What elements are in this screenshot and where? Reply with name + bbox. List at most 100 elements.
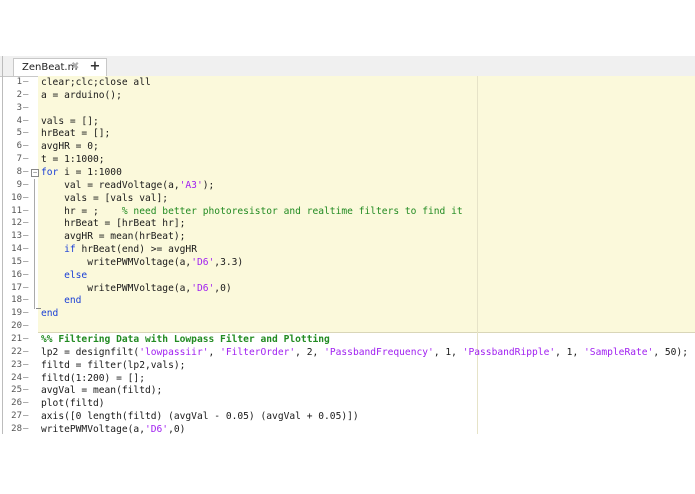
code-line[interactable]: 2– a = arduino(); xyxy=(0,89,695,102)
breakpoint-marker[interactable]: – xyxy=(23,397,31,410)
code-line[interactable]: 18– end xyxy=(0,294,695,307)
breakpoint-marker[interactable]: – xyxy=(23,269,31,282)
breakpoint-marker[interactable]: – xyxy=(23,153,31,166)
breakpoint-marker[interactable]: – xyxy=(23,179,31,192)
breakpoint-marker[interactable]: – xyxy=(23,230,31,243)
breakpoint-marker[interactable]: – xyxy=(23,243,31,256)
add-tab-button[interactable]: + xyxy=(85,59,105,75)
breakpoint-marker[interactable]: – xyxy=(23,76,31,89)
code-text: writePWMVoltage(a,'D6',0) xyxy=(41,282,232,294)
breakpoint-marker[interactable]: – xyxy=(23,102,31,115)
line-number: 6 xyxy=(16,141,22,152)
line-number: 17 xyxy=(11,282,22,293)
line-number: 12 xyxy=(11,218,22,229)
code-line[interactable]: 7– t = 1:1000; xyxy=(0,153,695,166)
line-number: 20 xyxy=(11,321,22,332)
tab-bar-edge xyxy=(2,56,3,76)
line-number: 21 xyxy=(11,334,22,344)
line-number: 27 xyxy=(11,411,22,422)
code-line[interactable]: 26– plot(filtd) xyxy=(0,397,695,410)
code-line[interactable]: 15– writePWMVoltage(a,'D6',3.3) xyxy=(0,256,695,269)
breakpoint-marker[interactable]: – xyxy=(23,320,31,333)
line-number: 8 xyxy=(16,166,22,177)
line-number: 22 xyxy=(11,346,22,357)
tab-label: ZenBeat.m xyxy=(22,62,78,73)
code-line[interactable]: 27– axis([0 length(filtd) (avgVal - 0.05)… xyxy=(0,410,695,423)
breakpoint-marker[interactable]: – xyxy=(23,294,31,307)
code-line[interactable]: 3– xyxy=(0,102,695,115)
code-text: avgVal = mean(filtd); xyxy=(41,385,163,397)
code-text: filtd(1:200) = []; xyxy=(41,372,145,384)
code-line[interactable]: 17– writePWMVoltage(a,'D6',0) xyxy=(0,282,695,295)
breakpoint-marker[interactable]: – xyxy=(23,127,31,140)
code-line[interactable]: 10– vals = [vals val]; xyxy=(0,192,695,205)
code-text: filtd = filter(lp2,vals); xyxy=(41,359,186,371)
breakpoint-marker[interactable]: – xyxy=(23,89,31,102)
breakpoint-marker[interactable]: – xyxy=(23,282,31,295)
code-text: hrBeat = []; xyxy=(41,128,111,140)
code-text: vals = [vals val]; xyxy=(41,192,169,204)
code-line[interactable]: 9– val = readVoltage(a,'A3'); xyxy=(0,179,695,192)
line-number: 23 xyxy=(11,359,22,370)
breakpoint-marker[interactable]: – xyxy=(23,423,31,436)
code-line[interactable]: 22– lp2 = designfilt('lowpassiir', 'Filte… xyxy=(0,346,695,359)
line-number: 13 xyxy=(11,231,22,242)
breakpoint-marker[interactable]: – xyxy=(23,307,31,320)
line-number: 19 xyxy=(11,308,22,319)
code-line[interactable]: 20– xyxy=(0,320,695,333)
breakpoint-marker[interactable]: – xyxy=(23,346,31,359)
code-line[interactable]: 23– filtd = filter(lp2,vals); xyxy=(0,359,695,372)
code-line[interactable]: 11– hr = ; % need better photoresistor a… xyxy=(0,205,695,218)
code-line[interactable]: 25– avgVal = mean(filtd); xyxy=(0,384,695,397)
code-line[interactable]: 24– filtd(1:200) = []; xyxy=(0,372,695,385)
code-text: a = arduino(); xyxy=(41,89,122,101)
line-number: 26 xyxy=(11,398,22,409)
breakpoint-marker[interactable]: – xyxy=(23,217,31,230)
breakpoint-marker[interactable]: – xyxy=(23,359,31,372)
fold-toggle-icon[interactable]: − xyxy=(31,168,39,177)
breakpoint-marker[interactable]: – xyxy=(23,115,31,128)
code-line[interactable]: 4– vals = []; xyxy=(0,115,695,128)
code-line[interactable]: 21–%% Filtering Data with Lowpass Filter… xyxy=(0,333,695,346)
code-line[interactable]: 6– avgHR = 0; xyxy=(0,140,695,153)
breakpoint-marker[interactable]: – xyxy=(23,205,31,218)
code-text: plot(filtd) xyxy=(41,398,105,410)
close-tab-icon[interactable]: ✖ xyxy=(71,61,79,72)
breakpoint-marker[interactable]: – xyxy=(23,333,31,346)
breakpoint-marker[interactable]: – xyxy=(23,384,31,397)
breakpoint-marker[interactable]: – xyxy=(23,410,31,423)
breakpoint-marker[interactable]: – xyxy=(23,192,31,205)
code-text: writePWMVoltage(a,'D6',3.3) xyxy=(41,256,244,268)
code-line[interactable]: 12– hrBeat = [hrBeat hr]; xyxy=(0,217,695,230)
code-line[interactable]: 13– avgHR = mean(hrBeat); xyxy=(0,230,695,243)
line-number: 4 xyxy=(16,115,22,126)
line-number: 25 xyxy=(11,385,22,396)
line-number: 10 xyxy=(11,192,22,203)
line-number: 16 xyxy=(11,269,22,280)
line-number: 18 xyxy=(11,295,22,306)
code-text: writePWMVoltage(a,'D6',0) xyxy=(41,423,186,435)
code-text: hrBeat = [hrBeat hr]; xyxy=(41,218,186,230)
code-text: val = readVoltage(a,'A3'); xyxy=(41,179,215,191)
code-text: hr = ; % need better photoresistor and r… xyxy=(41,205,463,217)
code-line[interactable]: 14– if hrBeat(end) >= avgHR xyxy=(0,243,695,256)
code-text: if hrBeat(end) >= avgHR xyxy=(64,244,197,256)
code-line[interactable]: 28– writePWMVoltage(a,'D6',0) xyxy=(0,423,695,436)
code-text: vals = []; xyxy=(41,115,99,127)
code-line[interactable]: 5– hrBeat = []; xyxy=(0,127,695,140)
code-line[interactable]: 19– end xyxy=(0,307,695,320)
breakpoint-marker[interactable]: – xyxy=(23,166,31,179)
breakpoint-marker[interactable]: – xyxy=(23,372,31,385)
line-number: 11 xyxy=(11,205,22,216)
line-number: 9 xyxy=(16,179,22,190)
breakpoint-marker[interactable]: – xyxy=(23,256,31,269)
code-text: end xyxy=(41,308,59,320)
line-number: 1 xyxy=(16,77,22,87)
code-text: end xyxy=(64,295,82,307)
breakpoint-marker[interactable]: – xyxy=(23,140,31,153)
code-line[interactable]: 8– − for i = 1:1000 xyxy=(0,166,695,179)
code-line[interactable]: 16– else xyxy=(0,269,695,282)
code-line[interactable]: 1– clear;clc;close all xyxy=(0,76,695,89)
line-number: 3 xyxy=(16,102,22,113)
code-editor[interactable]: 1– clear;clc;close all 2– a = arduino(); 3–4… xyxy=(0,76,695,436)
